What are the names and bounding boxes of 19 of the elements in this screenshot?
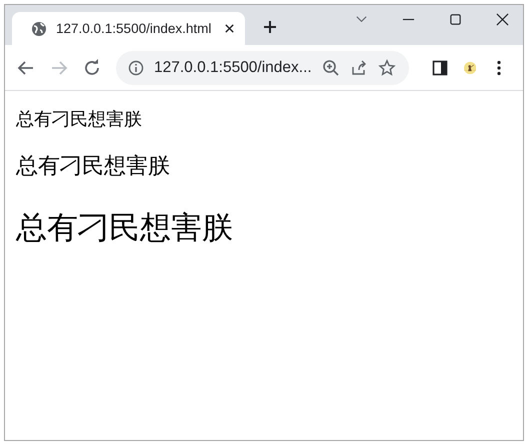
globe-icon [31, 20, 47, 36]
maximize-icon[interactable] [449, 13, 462, 26]
page-text: 总有刁民想害朕 [16, 209, 234, 248]
reload-icon[interactable] [83, 58, 101, 76]
back-icon[interactable] [17, 58, 35, 76]
side-panel-icon[interactable] [430, 58, 449, 76]
url-text: 127.0.0.1:5500/index... [154, 58, 312, 76]
info-icon [128, 60, 144, 76]
address-bar[interactable]: 127.0.0.1:5500/index... [116, 50, 409, 84]
close-icon[interactable] [224, 23, 235, 34]
star-icon[interactable] [378, 58, 396, 76]
new-tab-icon[interactable] [263, 20, 277, 34]
close-icon[interactable] [496, 13, 509, 26]
page-text: 总有刁民想害朕 [16, 153, 171, 181]
tab-title: 127.0.0.1:5500/index.html [56, 21, 212, 36]
browser-tab[interactable]: 127.0.0.1:5500/index.html [12, 12, 245, 45]
share-icon[interactable] [350, 58, 368, 76]
page-text: 总有刁民想害朕 [16, 108, 143, 131]
zoom-icon[interactable] [322, 58, 340, 76]
